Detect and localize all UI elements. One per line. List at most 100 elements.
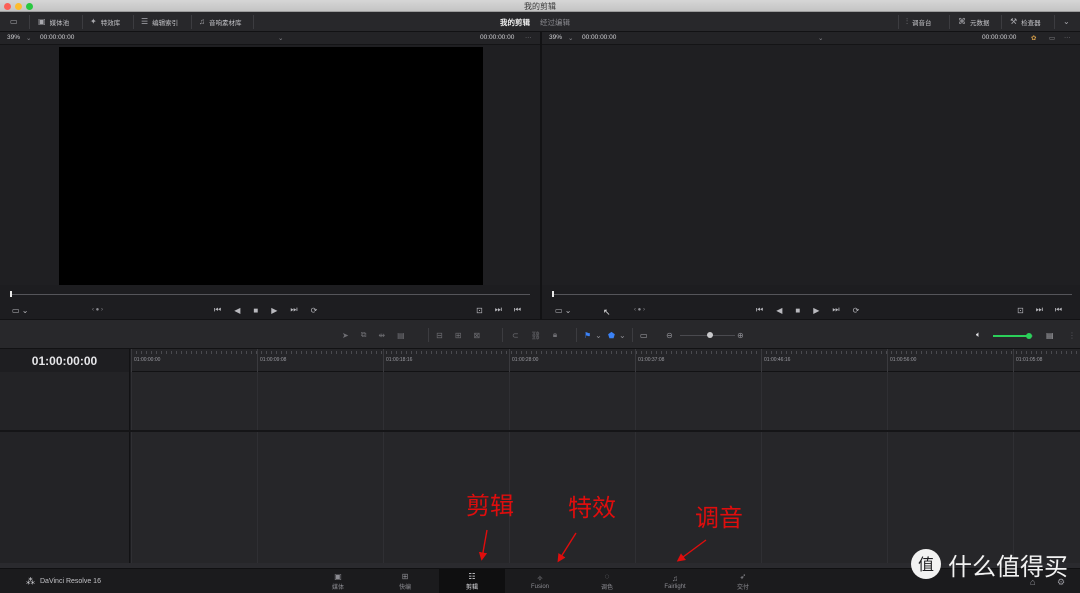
timeline-ruler[interactable]: 01:00:00:00 01:00:09:08 01:00:18:16 01:00:2… [131, 349, 1080, 372]
play-icon[interactable]: ▶ [813, 306, 819, 315]
match-frame-icon[interactable]: ⊡ [1017, 306, 1024, 315]
more-options-icon[interactable]: ··· [1064, 34, 1071, 41]
source-scrub-bar[interactable] [10, 294, 530, 295]
ruler-tick: 01:00:09:08 [257, 349, 286, 372]
inspector-icon: ⚒ [1010, 17, 1018, 26]
source-playhead[interactable] [10, 291, 12, 297]
color-wheel-icon[interactable]: ✿ [1031, 34, 1036, 42]
page-tab-deliver[interactable]: ➶ 交付 [710, 569, 776, 593]
page-tab-edit[interactable]: ☷ 剪辑 [439, 569, 505, 593]
timeline-timecode[interactable]: 01:00:00:00 [0, 349, 130, 372]
skip-start-icon[interactable]: ⏮ [756, 305, 763, 315]
dynamic-trim-icon[interactable]: ⇹ [378, 331, 385, 340]
audio-meter-button[interactable]: ▤ [1046, 320, 1054, 350]
replace-clip-icon[interactable]: ⊠ [473, 331, 480, 340]
stop-icon[interactable]: ■ [795, 306, 800, 315]
source-zoom[interactable]: 39% [7, 34, 20, 41]
marker-button[interactable]: ⬟ ⌄ [608, 320, 626, 350]
loop-icon[interactable]: ⟳ [853, 306, 860, 315]
viewer-mode-icon[interactable]: ▭ [1049, 34, 1055, 42]
chevron-down-icon[interactable]: ⌄ [568, 34, 573, 42]
trim-tool-icon[interactable]: ⧉ [361, 330, 367, 340]
volume-slider-handle[interactable] [1026, 333, 1032, 339]
video-audio-divider[interactable] [0, 430, 1080, 432]
timeline-jog-control[interactable]: ‹ ● › [634, 303, 645, 317]
skip-start-icon[interactable]: ⏮ [214, 305, 221, 315]
prev-frame-icon[interactable]: ⏮ [514, 305, 521, 315]
effects-library-button[interactable]: ✦ 特效库 [84, 12, 126, 32]
page-tab-media[interactable]: ▣ 媒体 [305, 569, 371, 593]
volume-button[interactable]: 🔈︎ [976, 320, 981, 350]
insert-tools: ⊟ ⊞ ⊠ [436, 320, 480, 350]
clip-view-icon: ▭ ⌄ [12, 305, 29, 315]
brand-name: DaVinci Resolve 16 [40, 578, 101, 585]
viewer-divider[interactable] [540, 32, 542, 319]
timeline-transport-controls: ⏮ ◀ ■ ▶ ⏭ ⟳ [756, 303, 859, 317]
mixer-icon: ⫶ [906, 17, 908, 26]
zoom-in-button[interactable]: ⊕ [737, 320, 744, 350]
link-icon[interactable]: ⛓ [531, 331, 541, 340]
monitor-toggle-button[interactable]: ▭ [4, 12, 24, 32]
timeline-viewer-timecode[interactable]: 00:00:00:00 [582, 34, 616, 41]
chevron-down-icon[interactable]: ⌄ [26, 34, 31, 42]
zoom-slider-handle[interactable] [707, 332, 713, 338]
blade-tool-icon[interactable]: ▤ [397, 331, 405, 340]
edit-index-label: 编辑索引 [152, 20, 179, 27]
zoom-out-button[interactable]: ⊖ [666, 320, 673, 350]
ruler-tick: 01:00:28:00 [509, 349, 538, 372]
source-jog-control[interactable]: ‹ ● › [92, 303, 103, 317]
media-pool-label: 媒体池 [49, 20, 70, 27]
play-icon[interactable]: ▶ [271, 306, 277, 315]
timeline-viewer[interactable] [542, 45, 1080, 285]
selection-tool-icon[interactable]: ➤ [342, 331, 349, 340]
more-options-icon[interactable]: ··· [525, 34, 532, 41]
play-reverse-icon[interactable]: ◀ [776, 306, 782, 315]
source-timecode[interactable]: 00:00:00:00 [40, 34, 74, 41]
page-tab-label: 交付 [736, 585, 749, 591]
annotation-arrows [478, 529, 707, 563]
media-pool-button[interactable]: ▣ 媒体池 [32, 12, 75, 32]
timeline-playhead-marker[interactable] [552, 291, 554, 297]
timeline-view-icon: ▭ [640, 330, 648, 340]
source-clip-options[interactable]: ▭ ⌄ [12, 303, 28, 317]
snap-icon[interactable]: ⊂ [512, 331, 519, 340]
chevron-down-icon: ⌄ [1063, 17, 1070, 26]
timeline-toolbar: ➤ ⧉ ⇹ ▤ ⊟ ⊞ ⊠ ⊂ ⛓ 🔒︎ ⚑ ⌄ ⬟ ⌄ ▭ ⊖ ⊕ 🔈︎ ▤ … [0, 319, 1080, 349]
insert-clip-icon[interactable]: ⊟ [436, 331, 443, 340]
inspector-button[interactable]: ⚒ 检查器 [1004, 12, 1047, 32]
play-reverse-icon[interactable]: ◀ [234, 306, 240, 315]
panel-handle[interactable]: ⋮ [1068, 320, 1076, 350]
prev-frame-icon[interactable]: ⏮ [1055, 305, 1062, 315]
stop-icon[interactable]: ■ [253, 306, 258, 315]
page-tab-cut[interactable]: ⊞ 快编 [372, 569, 438, 593]
mixer-button[interactable]: ⫶ 调音台 [900, 12, 938, 32]
skip-end-icon[interactable]: ⏭ [290, 305, 297, 315]
flag-button[interactable]: ⚑ ⌄ [584, 320, 602, 350]
page-tab-color[interactable]: ◌ 调色 [574, 569, 640, 593]
top-toolbar: ▭ ▣ 媒体池 ✦ 特效库 ☰ 编辑索引 ♫ 音响素材库 我的剪辑 经过编辑 ⫶ [0, 12, 1080, 32]
loop-icon[interactable]: ⟳ [311, 306, 318, 315]
timeline-viewer-options[interactable]: ▭ ⌄ [555, 303, 571, 317]
lock-icon[interactable]: 🔒︎ [553, 330, 557, 340]
metadata-button[interactable]: ⌘ 元数据 [952, 12, 996, 32]
next-frame-icon[interactable]: ⏭ [495, 305, 502, 315]
magic-wand-icon: ✦ [90, 17, 97, 26]
inspector-label: 检查器 [1021, 20, 1041, 27]
collapse-button[interactable]: ⌄ [1057, 12, 1076, 32]
page-tab-fairlight[interactable]: ♫ Fairlight [642, 569, 708, 593]
clip-view-icon: ▭ ⌄ [555, 305, 572, 315]
timeline-viewer-zoom[interactable]: 39% [549, 34, 562, 41]
page-tab-fusion[interactable]: ✧ Fusion [507, 569, 573, 593]
chevron-down-icon[interactable]: ⌄ [818, 34, 823, 42]
edit-index-button[interactable]: ☰ 编辑索引 [135, 12, 184, 32]
ruler-tick: 01:00:56:00 [887, 349, 916, 372]
timeline-scrub-bar[interactable] [552, 294, 1072, 295]
match-frame-icon[interactable]: ⊡ [476, 306, 483, 315]
timeline-view-button[interactable]: ▭ [640, 320, 648, 350]
grip-icon: ⋮ [1068, 330, 1076, 340]
chevron-down-icon[interactable]: ⌄ [278, 34, 283, 42]
overwrite-clip-icon[interactable]: ⊞ [455, 331, 462, 340]
next-frame-icon[interactable]: ⏭ [1036, 305, 1043, 315]
sound-library-button[interactable]: ♫ 音响素材库 [193, 12, 248, 32]
skip-end-icon[interactable]: ⏭ [832, 305, 839, 315]
